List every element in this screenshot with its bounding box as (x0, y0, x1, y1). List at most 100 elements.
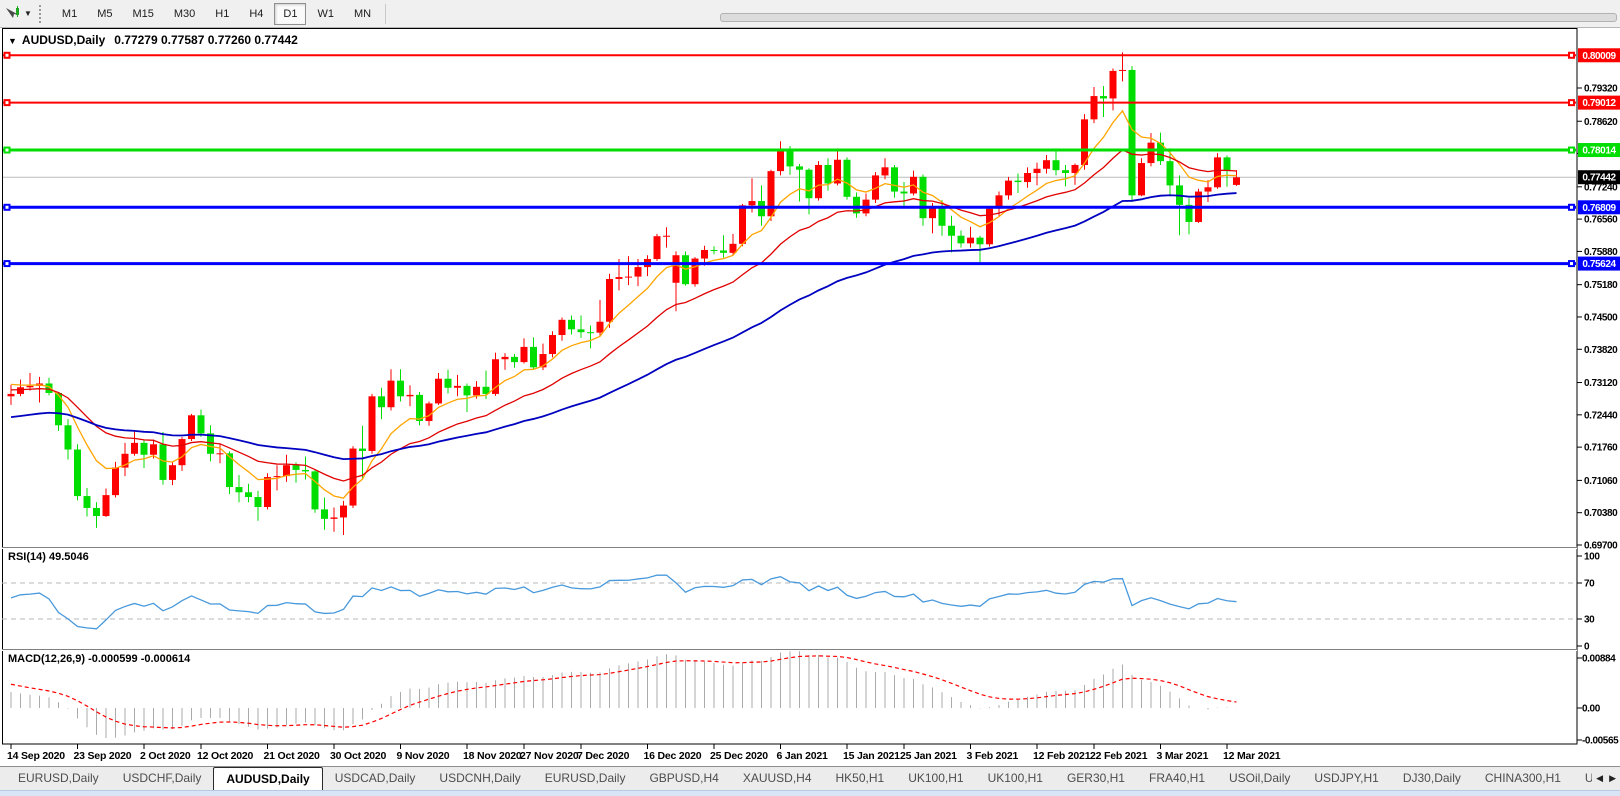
hline-price-label: 0.78014 (1582, 146, 1616, 157)
macd-indicator-label: MACD(12,26,9) -0.000599 -0.000614 (8, 653, 190, 665)
candle-up (654, 236, 661, 259)
candle-down (587, 332, 594, 333)
status-strip (0, 790, 1620, 796)
date-tick-label: 23 Sep 2020 (74, 750, 132, 762)
candle-up (768, 171, 775, 216)
price-tick-label: 0.70380 (1584, 508, 1618, 519)
rsi-tick-label: 70 (1584, 579, 1595, 590)
timeframe-m5[interactable]: M5 (88, 3, 121, 25)
candle-up (1024, 173, 1031, 182)
tab-china300-h1[interactable]: CHINA300,H1 (1473, 767, 1573, 790)
candle-down (293, 465, 300, 470)
candle-up (673, 255, 680, 283)
candle-down (711, 250, 718, 251)
candle-down (359, 449, 366, 451)
tab-xauusd-h4[interactable]: XAUUSD,H4 (731, 767, 824, 790)
tab-usdcad-daily[interactable]: USDCAD,Daily (323, 767, 428, 790)
candle-up (882, 167, 889, 175)
timeframe-m30[interactable]: M30 (165, 3, 204, 25)
tab-uk100-h1[interactable]: UK100,H1 (896, 767, 975, 790)
timeframe-h1[interactable]: H1 (206, 3, 238, 25)
tab-ger30-h1[interactable]: GER30,H1 (1055, 767, 1137, 790)
date-tick-label: 15 Jan 2021 (843, 750, 900, 762)
rsi-tick-label: 100 (1584, 552, 1600, 563)
candle-up (131, 443, 138, 454)
timeframe-m1[interactable]: M1 (53, 3, 86, 25)
candle-down (948, 226, 955, 236)
candle-down (416, 395, 423, 421)
time-axis: 14 Sep 202023 Sep 20202 Oct 202012 Oct 2… (7, 744, 1281, 762)
candle-down (796, 166, 803, 169)
tab-dj30-daily[interactable]: DJ30,Daily (1391, 767, 1473, 790)
tab-fra40-h1[interactable]: FRA40,H1 (1137, 767, 1217, 790)
candle-down (464, 386, 471, 396)
macd-name: MACD(12,26,9) (8, 653, 85, 665)
candle-up (606, 279, 613, 322)
candle-up (17, 387, 24, 394)
rsi-name: RSI(14) (8, 551, 46, 563)
date-tick-label: 27 Nov 2020 (520, 750, 579, 762)
candle-up (340, 506, 347, 518)
candle-down (901, 192, 908, 194)
hline-price-label: 0.76809 (1582, 203, 1616, 214)
chart-tool-dropdown-icon[interactable]: ▼ (24, 9, 32, 18)
price-tick-label: 0.69700 (1584, 541, 1618, 552)
symbol-tab-bar: EURUSD,DailyUSDCHF,DailyAUDUSD,DailyUSDC… (0, 766, 1620, 790)
tab-gbpusd-h4[interactable]: GBPUSD,H4 (637, 767, 730, 790)
candle-down (74, 450, 81, 497)
tab-usoil-daily[interactable]: USOil,Daily (1217, 767, 1302, 790)
candle-up (369, 396, 376, 451)
date-tick-label: 22 Feb 2021 (1090, 750, 1148, 762)
candle-down (160, 444, 167, 480)
rsi-tick-label: 30 (1584, 615, 1595, 626)
chart-window-frame (2, 29, 1577, 745)
toolbar-separator (385, 4, 386, 24)
tab-eurusd-daily[interactable]: EURUSD,Daily (6, 767, 111, 790)
timeframe-w1[interactable]: W1 (308, 3, 343, 25)
candle-up (264, 477, 271, 507)
timeframe-mn[interactable]: MN (345, 3, 380, 25)
candle-up (1214, 157, 1221, 187)
chart-title-dropdown-icon[interactable]: ▼ (8, 36, 17, 46)
candle-down (1100, 96, 1107, 98)
tab-usdjpy-h1[interactable]: USDJPY,H1 (1302, 767, 1390, 790)
hline-price-label: 0.80009 (1582, 51, 1616, 62)
tab-scroll-right-icon[interactable]: ▶ (1609, 773, 1616, 784)
tab-scroll-left-icon[interactable]: ◀ (1596, 773, 1603, 784)
candle-up (502, 357, 509, 359)
candle-down (1015, 181, 1022, 182)
candle-down (312, 471, 319, 509)
tab-uk100-h1[interactable]: UK100,H1 (976, 767, 1055, 790)
candle-up (663, 236, 670, 237)
timeframe-d1[interactable]: D1 (274, 3, 306, 25)
date-tick-label: 12 Feb 2021 (1033, 750, 1091, 762)
timeframe-m15[interactable]: M15 (123, 3, 162, 25)
tab-usdcnh-daily[interactable]: USDCNH,Daily (427, 767, 532, 790)
candle-up (815, 165, 822, 198)
rsi-value: 49.5046 (49, 551, 89, 563)
chart-tool-icon[interactable] (3, 5, 23, 23)
timeframe-h4[interactable]: H4 (240, 3, 272, 25)
candle-up (1005, 181, 1012, 196)
tab-usdchf-daily[interactable]: USDCHF,Daily (111, 767, 214, 790)
candle-up (27, 386, 34, 387)
candle-up (1233, 177, 1240, 185)
chart-plot-area[interactable] (3, 29, 1578, 745)
hline-price-label: 0.75624 (1582, 259, 1616, 270)
tab-eurusd-daily[interactable]: EURUSD,Daily (533, 767, 638, 790)
date-tick-label: 16 Dec 2020 (644, 750, 702, 762)
toolbar-grip[interactable] (39, 5, 45, 23)
date-tick-label: 25 Dec 2020 (710, 750, 768, 762)
candle-down (245, 492, 252, 497)
candle-up (150, 444, 157, 454)
date-tick-label: 30 Oct 2020 (330, 750, 387, 762)
tab-audusd-daily[interactable]: AUDUSD,Daily (213, 767, 322, 790)
candle-down (65, 425, 72, 449)
candle-up (473, 387, 480, 396)
candle-up (597, 322, 604, 333)
tab-hk50-h1[interactable]: HK50,H1 (824, 767, 897, 790)
candle-down (511, 357, 518, 362)
candle-down (977, 238, 984, 245)
candle-down (568, 320, 575, 330)
tab-scroll-arrows: ◀ ▶ (1592, 766, 1620, 790)
